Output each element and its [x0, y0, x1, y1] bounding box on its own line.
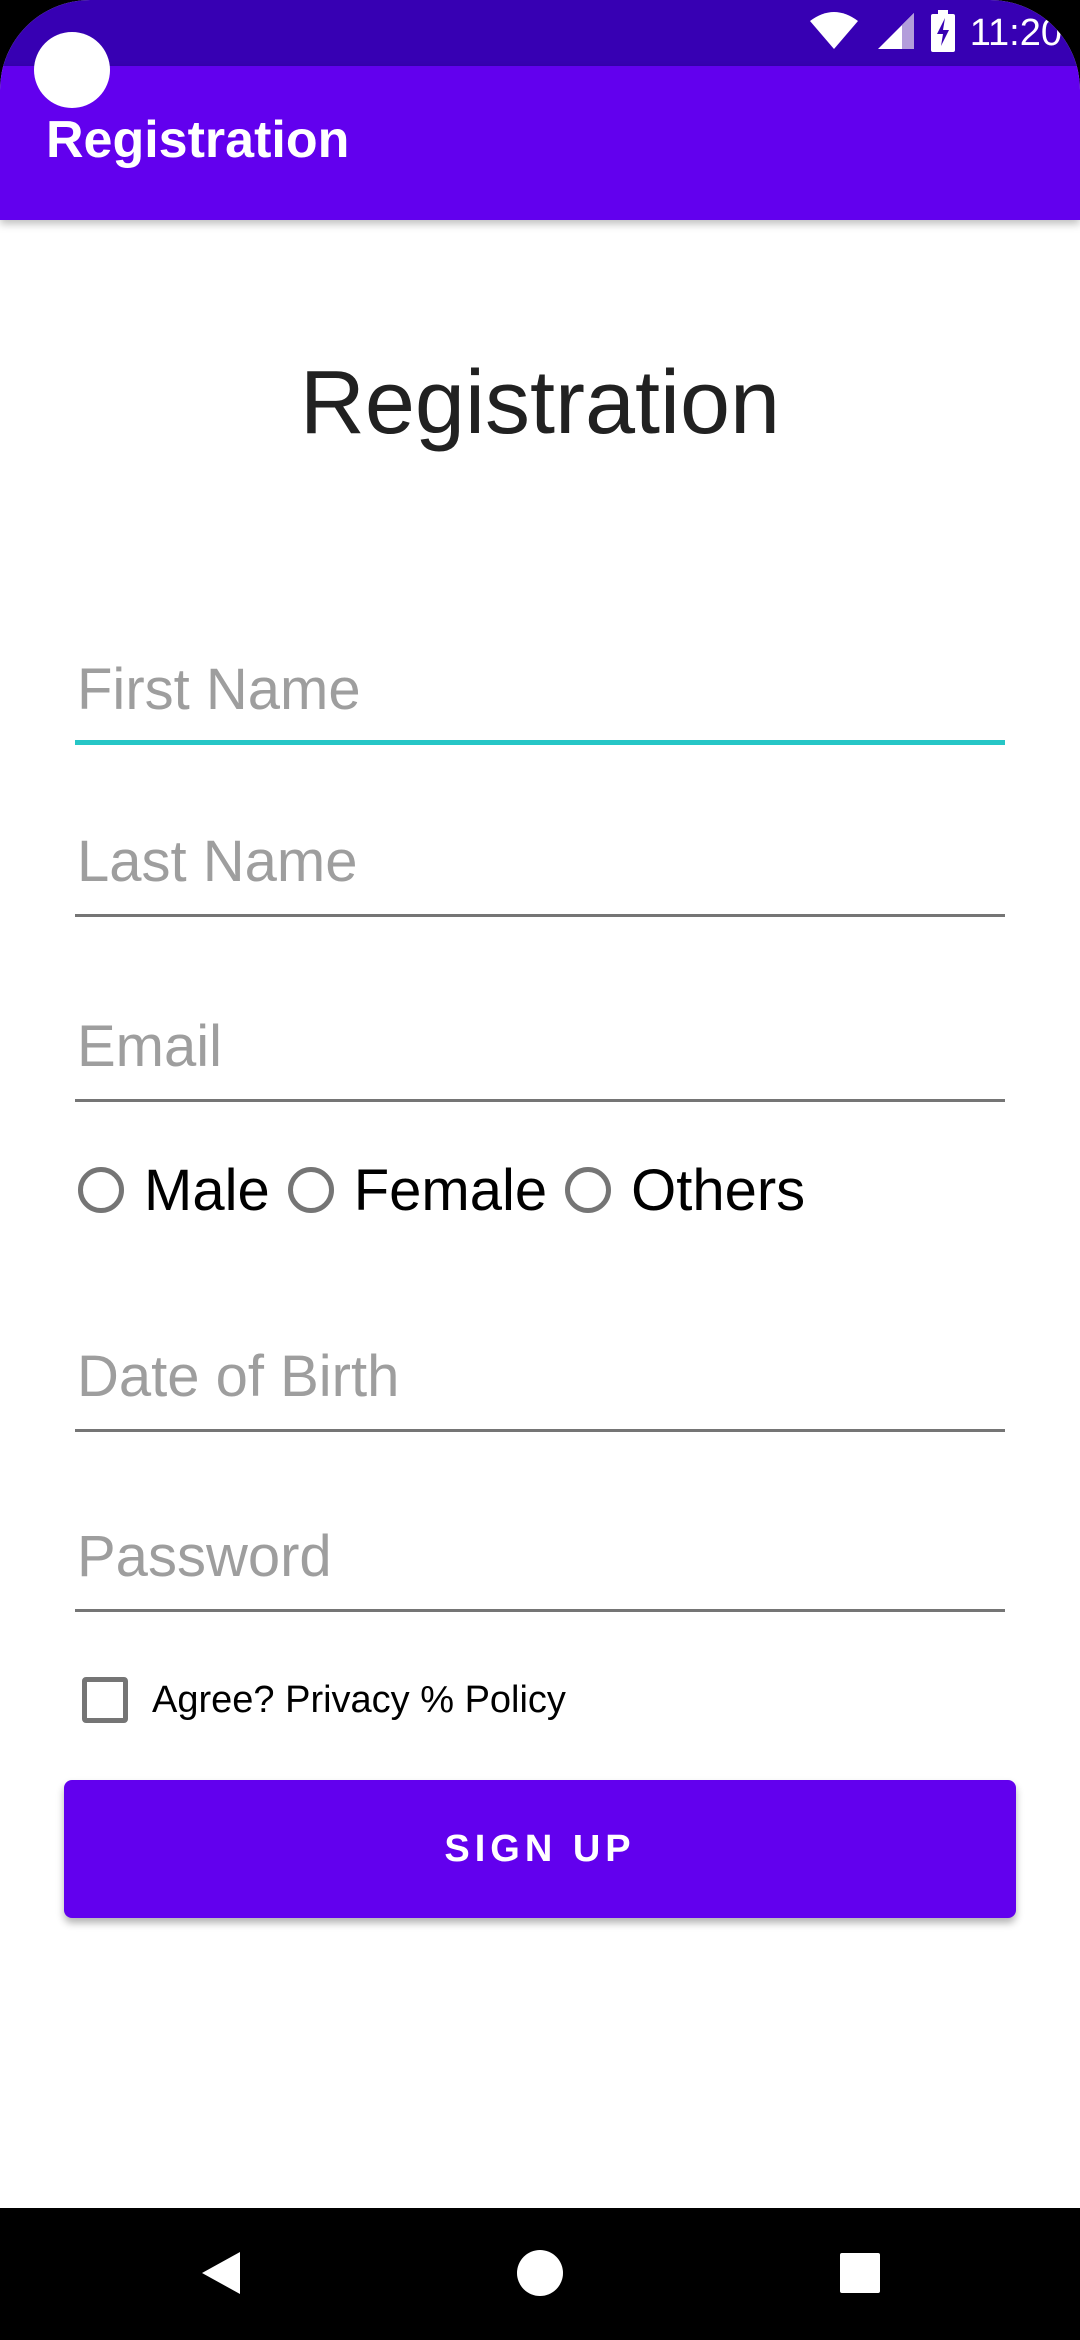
- date-of-birth-field[interactable]: Date of Birth: [75, 1322, 1005, 1432]
- signal-icon: [874, 11, 916, 56]
- radio-female-label[interactable]: Female: [354, 1157, 547, 1224]
- radio-others[interactable]: [565, 1167, 612, 1213]
- last-name-field[interactable]: Last Name: [75, 807, 1005, 917]
- radio-male-label[interactable]: Male: [144, 1157, 270, 1224]
- agree-checkbox-row: Agree? Privacy % Policy: [82, 1672, 566, 1728]
- app-bar-title: Registration: [46, 111, 350, 169]
- password-underline: [75, 1609, 1005, 1612]
- first-name-placeholder: First Name: [77, 657, 361, 722]
- home-icon[interactable]: [505, 2238, 575, 2308]
- radio-male[interactable]: [78, 1167, 124, 1213]
- email-placeholder: Email: [77, 1014, 223, 1079]
- first-name-field[interactable]: First Name: [75, 635, 1005, 745]
- date-of-birth-placeholder: Date of Birth: [77, 1344, 400, 1409]
- page-title: Registration: [299, 353, 781, 453]
- last-name-underline: [75, 914, 1005, 917]
- status-time: 11:20: [969, 11, 1062, 54]
- email-underline: [75, 1099, 1005, 1102]
- email-field[interactable]: Email: [75, 992, 1005, 1102]
- agree-checkbox-label[interactable]: Agree? Privacy % Policy: [152, 1679, 566, 1722]
- app-screen: 11:20 Registration Registration First Na…: [0, 0, 1080, 2340]
- signup-button[interactable]: SIGN UP: [64, 1780, 1016, 1918]
- date-of-birth-underline: [75, 1429, 1005, 1432]
- wifi-icon: [808, 11, 860, 56]
- battery-charging-icon: [930, 9, 956, 57]
- first-name-underline: [75, 740, 1005, 745]
- status-icons: 11:20: [808, 8, 1062, 58]
- app-bar: Registration: [0, 66, 1080, 220]
- back-icon[interactable]: [186, 2238, 256, 2308]
- recents-icon[interactable]: [825, 2238, 895, 2308]
- gender-radio-group: Male Female Others: [78, 1150, 823, 1230]
- status-bar: 11:20: [0, 0, 1080, 66]
- password-placeholder: Password: [77, 1524, 332, 1589]
- agree-checkbox[interactable]: [82, 1677, 128, 1723]
- radio-female[interactable]: [287, 1167, 334, 1213]
- navigation-bar: [0, 2208, 1080, 2340]
- last-name-placeholder: Last Name: [77, 829, 358, 894]
- password-field[interactable]: Password: [75, 1502, 1005, 1612]
- camera-cutout: [34, 32, 110, 108]
- radio-others-label[interactable]: Others: [631, 1157, 805, 1224]
